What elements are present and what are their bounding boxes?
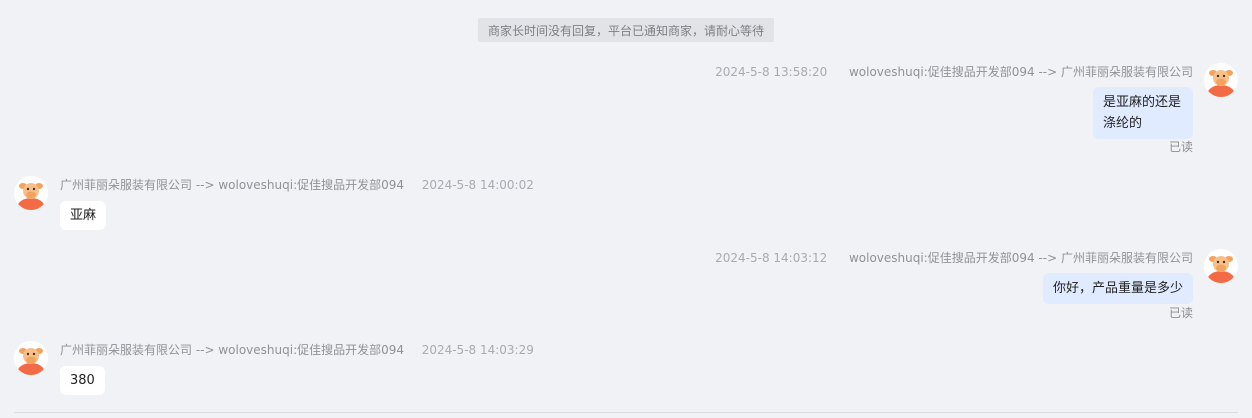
read-status: 已读 <box>1168 140 1193 154</box>
divider <box>14 412 1238 413</box>
message-text-line: 是亚麻的还是 <box>1103 95 1182 110</box>
message-bubble[interactable]: 380 <box>60 366 105 395</box>
message-text: 380 <box>70 373 95 388</box>
message-bubble[interactable]: 你好，产品重量是多少 <box>1042 273 1193 304</box>
message-bubble[interactable]: 亚麻 <box>60 201 107 230</box>
message-meta: 广州菲丽朵服装有限公司 --> woloveshuqi:促佳搜品开发部094 2… <box>60 341 534 358</box>
avatar-icon[interactable] <box>14 341 48 375</box>
message-text: 亚麻 <box>70 208 97 223</box>
avatar-icon[interactable] <box>1204 63 1238 97</box>
message-time: 2024-5-8 14:00:02 <box>421 178 534 192</box>
message-route: 广州菲丽朵服装有限公司 --> woloveshuqi:促佳搜品开发部094 <box>60 343 405 357</box>
message-route: 广州菲丽朵服装有限公司 --> woloveshuqi:促佳搜品开发部094 <box>60 178 405 192</box>
message-time: 2024-5-8 13:58:20 <box>715 65 828 79</box>
message-text: 你好，产品重量是多少 <box>1052 281 1183 296</box>
message-time: 2024-5-8 14:03:29 <box>421 343 534 357</box>
avatar-icon[interactable] <box>14 176 48 210</box>
message-text-line: 涤纶的 <box>1103 116 1143 131</box>
message-route: woloveshuqi:促佳搜品开发部094 --> 广州菲丽朵服装有限公司 <box>848 251 1193 265</box>
message-route: woloveshuqi:促佳搜品开发部094 --> 广州菲丽朵服装有限公司 <box>848 65 1193 79</box>
message-bubble[interactable]: 是亚麻的还是 涤纶的 <box>1093 87 1193 139</box>
message-time: 2024-5-8 14:03:12 <box>715 251 828 265</box>
message-meta: 2024-5-8 14:03:12 woloveshuqi:促佳搜品开发部094… <box>715 249 1193 266</box>
avatar-icon[interactable] <box>1204 249 1238 283</box>
read-status: 已读 <box>1168 306 1193 320</box>
message-meta: 广州菲丽朵服装有限公司 --> woloveshuqi:促佳搜品开发部094 2… <box>60 176 534 193</box>
system-notice: 商家长时间没有回复，平台已通知商家，请耐心等待 <box>478 18 774 42</box>
message-meta: 2024-5-8 13:58:20 woloveshuqi:促佳搜品开发部094… <box>715 63 1193 80</box>
